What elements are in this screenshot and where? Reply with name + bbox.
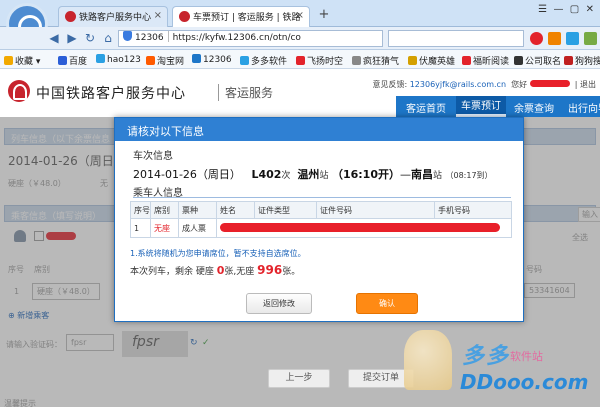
tab-close-icon[interactable]: ×	[154, 10, 162, 21]
bookmarks-bar: 收藏 ▾ 百度 hao123 淘宝网 12306 多多软件 飞扬时空 疯狂猜气 …	[0, 50, 600, 69]
new-tab-button[interactable]: +	[316, 8, 332, 24]
site-badge: 12306	[135, 33, 164, 43]
secure-shield-icon	[123, 31, 132, 41]
search-input[interactable]	[388, 30, 524, 47]
col-seq: 序号	[130, 201, 151, 219]
main-nav: 客运首页 车票预订 余票查询 出行向导	[396, 96, 600, 117]
logout-link[interactable]: 退出	[580, 80, 596, 89]
bookmark-item[interactable]: 收藏 ▾	[4, 54, 40, 67]
window-controls[interactable]: ☰ — ▢ ✕	[538, 4, 594, 15]
extension-icon[interactable]	[548, 32, 561, 45]
browser-navbar: ◀ ▶ ↻ ⌂ 12306 https://kyfw.12306.cn/otn/c…	[0, 27, 600, 50]
bookmark-item[interactable]: 福昕阅读	[462, 54, 509, 67]
passenger-table: 序号 席别 票种 姓名 证件类型 证件号码 手机号码 1 无座 成人票	[130, 201, 512, 238]
nav-item-guide[interactable]: 出行向导	[568, 100, 600, 115]
dialog-title: 请核对以下信息	[115, 118, 523, 141]
bookmark-item[interactable]: 狗狗搜	[564, 54, 600, 67]
address-bar[interactable]: 12306 https://kyfw.12306.cn/otn/co	[118, 30, 383, 47]
tab-label: 铁路客户服务中心	[79, 13, 152, 23]
train-summary: 2014-01-26（周日） L402次 温州站 （16:10开）—南昌站 （0…	[133, 168, 493, 181]
col-name: 姓名	[216, 201, 255, 219]
user-info-line: 意见反馈: 12306yjfk@rails.com.cn 您好 | 退出	[372, 80, 596, 89]
url-text: https://kyfw.12306.cn/otn/co	[172, 33, 301, 43]
section-divider	[133, 197, 511, 198]
tab-ticket-booking[interactable]: 车票预订 | 客运服务 | 铁路 ×	[172, 6, 310, 27]
bookmark-item[interactable]: 飞扬时空	[296, 54, 343, 67]
nav-item-booking[interactable]: 车票预订	[456, 96, 506, 117]
tab-favicon-icon	[179, 11, 190, 22]
greeting-text: 您好	[511, 80, 528, 89]
watermark-en: DDooo.com	[460, 370, 589, 394]
table-row: 1 无座 成人票	[130, 218, 512, 238]
feedback-label: 意见反馈:	[372, 80, 408, 89]
bookmark-item[interactable]: 公司取名	[514, 54, 561, 67]
refresh-icon[interactable]: ↻	[82, 30, 98, 46]
nav-item-remaining[interactable]: 余票查询	[514, 100, 554, 115]
weibo-icon[interactable]	[530, 32, 543, 45]
railway-logo-icon[interactable]	[8, 80, 30, 102]
bookmark-item[interactable]: 伏魔英雄	[408, 54, 455, 67]
nav-item-home[interactable]: 客运首页	[406, 100, 446, 115]
browser-tabbar: 铁路客户服务中心 × 车票预订 | 客运服务 | 铁路 × + ☰ — ▢ ✕	[0, 0, 600, 45]
site-watermark: 多多 软件站 DDooo.com	[400, 326, 600, 407]
site-title: 中国铁路客户服务中心	[36, 86, 186, 102]
bookmark-item[interactable]: 疯狂猜气	[352, 54, 399, 67]
row-redacted-details	[216, 218, 512, 238]
bookmark-item[interactable]: hao123	[96, 54, 141, 65]
tab-close-icon[interactable]: ×	[296, 10, 304, 21]
prev-step-button[interactable]: 上一步	[268, 369, 330, 388]
forward-icon[interactable]: ▶	[64, 30, 80, 46]
table-header-row: 序号 席别 票种 姓名 证件类型 证件号码 手机号码	[130, 201, 512, 219]
bookmark-item[interactable]: 百度	[58, 54, 87, 67]
col-seat: 席别	[150, 201, 179, 219]
bookmark-item[interactable]: 12306	[192, 54, 232, 65]
confirm-button[interactable]: 确认	[356, 293, 418, 314]
home-icon[interactable]: ⌂	[100, 30, 116, 46]
remaining-tickets-note: 本次列车，剩余 硬座 0张,无座 996张。	[130, 263, 301, 277]
row-seat: 无座	[150, 218, 179, 238]
watermark-cn: 多多	[462, 344, 511, 369]
back-icon[interactable]: ◀	[46, 30, 62, 46]
extension-icon[interactable]	[566, 32, 579, 45]
back-modify-button[interactable]: 返回修改	[246, 293, 312, 314]
col-id-type: 证件类型	[254, 201, 317, 219]
horse-mascot-icon	[404, 330, 452, 390]
tab-favicon-icon	[65, 11, 76, 22]
row-seq: 1	[130, 218, 151, 238]
seat-allocation-note: 1.系统将随机为您申请席位，暂不支持自选席位。	[130, 249, 306, 258]
bookmark-item[interactable]: 淘宝网	[146, 54, 184, 67]
watermark-cn-small: 软件站	[510, 350, 543, 363]
bookmark-item[interactable]: 多多软件	[240, 54, 287, 67]
redacted-username	[529, 80, 570, 87]
site-subtitle: 客运服务	[218, 84, 273, 101]
extension-icon[interactable]	[584, 32, 597, 45]
col-ticket-type: 票种	[178, 201, 217, 219]
confirm-dialog: 请核对以下信息 车次信息 2014-01-26（周日） L402次 温州站 （1…	[114, 117, 524, 322]
tab-railway-home[interactable]: 铁路客户服务中心 ×	[58, 6, 168, 27]
row-ticket-type: 成人票	[178, 218, 217, 238]
col-id-number: 证件号码	[316, 201, 435, 219]
feedback-email-link[interactable]: 12306yjfk@rails.com.cn	[410, 80, 506, 89]
tab-label: 车票预订 | 客运服务 | 铁路	[193, 13, 301, 23]
col-phone: 手机号码	[434, 201, 512, 219]
section-train-label: 车次信息	[133, 151, 173, 162]
